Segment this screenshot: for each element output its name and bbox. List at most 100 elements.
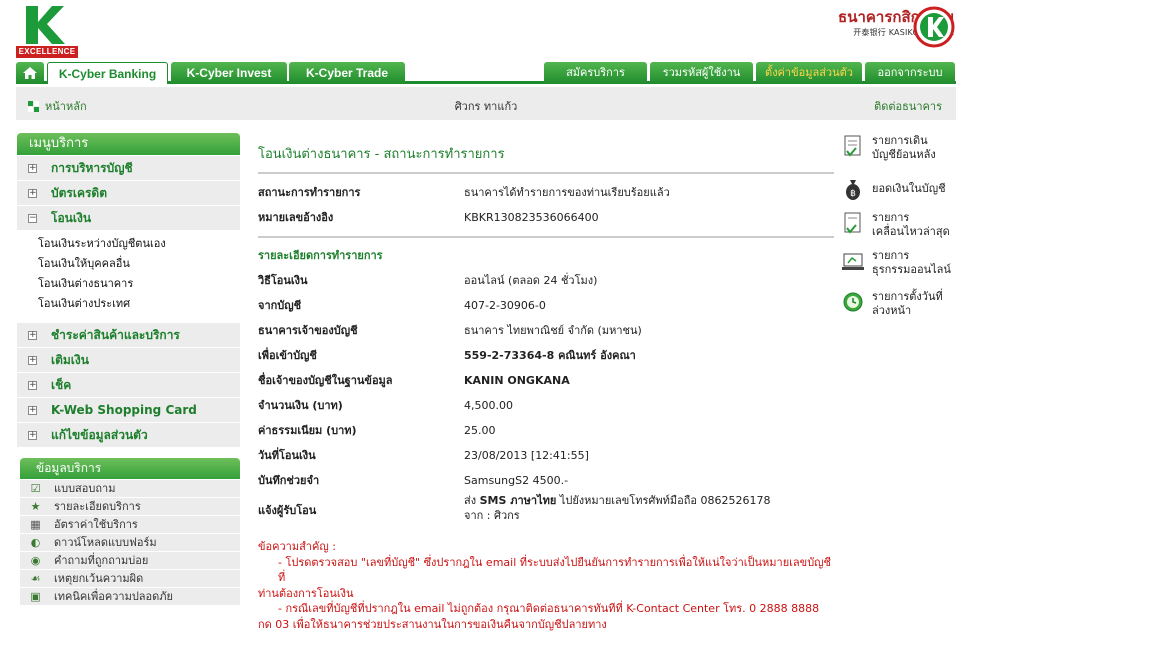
status-label: สถานะการทำรายการ	[258, 186, 361, 199]
recent-icon	[844, 212, 861, 234]
notify-row: แจ้งผู้รับโอน ส่ง SMS ภาษาไทย ไปยังหมายเ…	[258, 493, 834, 533]
to-account-label: เพื่อเข้าบัญชี	[258, 349, 317, 362]
submenu-other-person[interactable]: โอนเงินให้บุคคลอื่น	[38, 254, 240, 274]
menu-item-web-shopping-card[interactable]: + K-Web Shopping Card	[17, 397, 240, 422]
info-item-label: เหตุยกเว้นความผิด	[54, 572, 144, 585]
service-menu-title: เมนูบริการ	[17, 133, 240, 155]
user-name: ศิวกร ทาแก้ว	[454, 100, 518, 113]
kasikorn-logo-icon	[913, 6, 955, 48]
info-item-label: อัตราค่าใช้บริการ	[54, 518, 138, 531]
menu-item-label: การบริหารบัญชี	[51, 161, 133, 175]
important-notes: ข้อความสำคัญ : - โปรดตรวจสอบ "เลขที่บัญช…	[258, 539, 834, 632]
tab-k-cyber-banking[interactable]: K-Cyber Banking	[47, 62, 168, 84]
info-item-label: แบบสอบถาม	[54, 482, 116, 495]
menu-item-credit-card[interactable]: + บัตรเครดิต	[17, 180, 240, 205]
fee-row: ค่าธรรมเนียม (บาท) 25.00	[258, 418, 834, 443]
expand-icon: +	[28, 188, 37, 198]
service-menu: เมนูบริการ + การบริหารบัญชี + บัตรเครดิต −…	[17, 133, 240, 447]
k-excellence-logo: EXCELLENCE	[16, 4, 80, 58]
quick-link-label: ธุรกรรมออนไลน์	[872, 263, 951, 276]
submenu-other-bank[interactable]: โอนเงินต่างธนาคาร	[38, 274, 240, 294]
info-item-download-forms[interactable]: ◐ ดาวน์โหลดแบบฟอร์ม	[20, 533, 240, 551]
expand-icon: +	[28, 330, 37, 340]
memo-row: บันทึกช่วยจำ SamsungS2 4500.-	[258, 468, 834, 493]
info-item-faq[interactable]: ◉ คำถามที่ถูกถามบ่อย	[20, 551, 240, 569]
checkbox-icon: ☑	[30, 482, 41, 495]
status-value: ธนาคารได้ทำรายการของท่านเรียบร้อยแล้ว	[464, 186, 670, 199]
main-tabbar: K-Cyber Banking K-Cyber Invest K-Cyber T…	[16, 62, 956, 84]
quick-link-recent[interactable]: รายการ เคลื่อนไหวล่าสุด	[842, 211, 950, 239]
submenu-own-accounts[interactable]: โอนเงินระหว่างบัญชีตนเอง	[38, 234, 240, 254]
bank-label: ธนาคารเจ้าของบัญชี	[258, 324, 358, 337]
menu-item-transfer[interactable]: − โอนเงิน	[17, 205, 240, 230]
quick-link-online[interactable]: รายการ ธุรกรรมออนไลน์	[842, 249, 951, 277]
tab-personal-settings[interactable]: ตั้งค่าข้อมูลส่วนตัว	[756, 62, 862, 84]
quick-link-statement[interactable]: รายการเดิน บัญชีย้อนหลัง	[842, 134, 936, 162]
transfer-status-panel: โอนเงินต่างธนาคาร - สถานะการทำรายการ สถา…	[258, 142, 834, 632]
tab-k-cyber-invest[interactable]: K-Cyber Invest	[171, 62, 287, 84]
expand-icon: +	[28, 430, 37, 440]
amount-value: 4,500.00	[464, 399, 513, 412]
fee-value: 25.00	[464, 424, 496, 437]
note-1-line-1: - โปรดตรวจสอบ "เลขที่บัญชี" ซึ่งปรากฎใน …	[278, 555, 832, 585]
tab-k-cyber-trade[interactable]: K-Cyber Trade	[289, 62, 405, 84]
date-label: วันที่โอนเงิน	[258, 449, 316, 462]
bank-value: ธนาคาร ไทยพาณิชย์ จำกัด (มหาชน)	[464, 324, 642, 337]
method-row: วิธีโอนเงิน ออนไลน์ (ตลอด 24 ชั่วโมง)	[258, 268, 834, 293]
reference-value: KBKR130823536066400	[464, 211, 599, 224]
info-item-service-details[interactable]: ★ รายละเอียดบริการ	[20, 497, 240, 515]
menu-item-cheque[interactable]: + เช็ค	[17, 372, 240, 397]
home-link[interactable]: หน้าหลัก	[28, 97, 87, 115]
k-logo-icon	[26, 6, 65, 44]
menu-item-top-up[interactable]: + เติมเงิน	[17, 347, 240, 372]
quick-link-label: บัญชีย้อนหลัง	[872, 148, 936, 161]
info-item-fees[interactable]: ▦ อัตราค่าใช้บริการ	[20, 515, 240, 533]
menu-item-label: บัตรเครดิต	[51, 186, 108, 200]
menu-item-label: K-Web Shopping Card	[51, 403, 197, 417]
tab-home[interactable]	[16, 62, 44, 84]
menu-item-bill-payment[interactable]: + ชำระค่าสินค้าและบริการ	[17, 322, 240, 347]
quick-link-label: รายการ	[872, 211, 910, 224]
menu-item-label: เช็ค	[51, 378, 72, 392]
quick-link-balance[interactable]: ฿ ยอดเงินในบัญชี	[842, 176, 946, 202]
collapse-icon: −	[28, 213, 37, 223]
reference-label: หมายเลขอ้างอิง	[258, 211, 334, 224]
info-item-security-tips[interactable]: ▣ เทคนิคเพื่อความปลอดภัย	[20, 587, 240, 605]
notify-prefix: ส่ง	[464, 494, 477, 507]
method-value: ออนไลน์ (ตลอด 24 ชั่วโมง)	[464, 274, 598, 287]
info-item-disclaimer[interactable]: ☙ เหตุยกเว้นความผิด	[20, 569, 240, 587]
info-item-label: คำถามที่ถูกถามบ่อย	[54, 554, 149, 567]
to-account-row: เพื่อเข้าบัญชี 559-2-73364-8 คณินทร์ อังค…	[258, 343, 834, 368]
quick-link-scheduled[interactable]: รายการตั้งวันที่ ล่วงหน้า	[842, 290, 943, 318]
submenu-international[interactable]: โอนเงินต่างประเทศ	[38, 294, 240, 314]
menu-item-edit-profile[interactable]: + แก้ไขข้อมูลส่วนตัว	[17, 422, 240, 447]
notify-from: จาก : ศิวกร	[464, 509, 520, 522]
bank-row: ธนาคารเจ้าของบัญชี ธนาคาร ไทยพาณิชย์ จำกั…	[258, 318, 834, 343]
fee-label: ค่าธรรมเนียม (บาท)	[258, 424, 357, 437]
lock-icon: ▣	[30, 590, 41, 603]
from-account-value: 407-2-30906-0	[464, 299, 546, 312]
menu-item-account-management[interactable]: + การบริหารบัญชี	[17, 155, 240, 180]
owner-value: KANIN ONGKANA	[464, 374, 570, 387]
tab-subscribe[interactable]: สมัครบริการ	[544, 62, 647, 84]
quick-link-label: ยอดเงินในบัญชี	[872, 182, 946, 195]
amount-row: จำนวนเงิน (บาท) 4,500.00	[258, 393, 834, 418]
quick-link-label: รายการ	[872, 249, 910, 262]
tab-logout[interactable]: ออกจากระบบ	[865, 62, 955, 84]
owner-row: ชื่อเจ้าของบัญชีในฐานข้อมูล KANIN ONGKANA	[258, 368, 834, 393]
quick-link-label: รายการเดิน	[872, 134, 928, 147]
info-item-survey[interactable]: ☑ แบบสอบถาม	[20, 479, 240, 497]
from-account-row: จากบัญชี 407-2-30906-0	[258, 293, 834, 318]
tab-combine-user[interactable]: รวมรหัสผู้ใช้งาน	[650, 62, 753, 84]
contact-bank-link[interactable]: ติดต่อธนาคาร	[874, 97, 942, 115]
note-2-line-2: กด 03 เพื่อให้ธนาคารช่วยประสานงานในการขอ…	[258, 617, 607, 631]
note-2-line-1: - กรณีเลขที่บัญชีที่ปรากฎใน email ไม่ถูก…	[278, 602, 820, 615]
quick-link-label: รายการตั้งวันที่	[872, 290, 943, 303]
quick-link-label: ล่วงหน้า	[872, 304, 912, 317]
menu-item-label: เติมเงิน	[51, 353, 89, 367]
detail-section-title: รายละเอียดการทำรายการ	[258, 249, 383, 262]
menu-item-label: ชำระค่าสินค้าและบริการ	[51, 328, 180, 342]
to-account-value: 559-2-73364-8 คณินทร์ อังคณา	[464, 349, 636, 362]
notify-value: ส่ง SMS ภาษาไทย ไปยังหมายเลขโทรศัพท์มือถ…	[464, 493, 770, 523]
money-bag-icon: ฿	[846, 180, 860, 200]
